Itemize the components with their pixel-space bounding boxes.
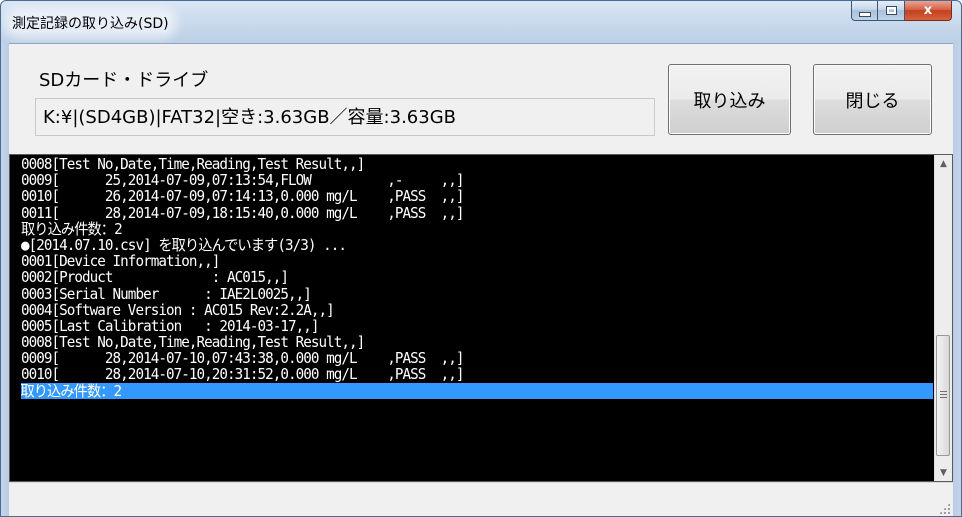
- close-icon: x: [923, 3, 933, 18]
- log-line[interactable]: 0009[ 28,2014-07-10,07:43:38,0.000 mg/L …: [21, 350, 887, 366]
- log-line[interactable]: 0001[Device Information,,]: [21, 253, 887, 269]
- log-line[interactable]: 0011[ 28,2014-07-09,18:15:40,0.000 mg/L …: [21, 204, 887, 220]
- drive-info-field: K:¥|(SD4GB)|FAT32|空き:3.63GB／容量:3.63GB: [35, 98, 655, 136]
- log-line[interactable]: 0009[ 25,2014-07-09,07:13:54,FLOW ,- ,,]: [21, 172, 887, 188]
- log-line[interactable]: 0004[Software Version : AC015 Rev:2.2A,,…: [21, 301, 887, 317]
- log-line[interactable]: 0005[Last Calibration : 2014-03-17,,]: [21, 318, 887, 334]
- log-line[interactable]: 0003[Serial Number : IAE2L0025,,]: [21, 285, 887, 301]
- sd-drive-label: SDカード・ドライブ: [39, 70, 209, 91]
- scroll-up-arrow-icon[interactable]: ▲: [935, 155, 952, 172]
- vertical-scrollbar[interactable]: ▲ ▼: [934, 155, 952, 481]
- log-line[interactable]: 0010[ 28,2014-07-10,20:31:52,0.000 mg/L …: [21, 366, 887, 382]
- import-log-listbox[interactable]: 0008[Test No,Date,Time,Reading,Test Resu…: [9, 154, 953, 482]
- drive-panel: SDカード・ドライブ K:¥|(SD4GB)|FAT32|空き:3.63GB／容…: [9, 43, 953, 156]
- title-bar[interactable]: 測定記録の取り込み(SD) x: [1, 1, 961, 43]
- thumb-grip-icon: [940, 391, 947, 399]
- log-line[interactable]: 0008[Test No,Date,Time,Reading,Test Resu…: [21, 156, 887, 172]
- scrollbar-thumb[interactable]: [936, 335, 950, 456]
- log-line[interactable]: 取り込み件数：2: [21, 221, 887, 237]
- window-frame-right: [953, 43, 961, 516]
- minimize-icon: [858, 11, 871, 17]
- log-line[interactable]: 0010[ 26,2014-07-09,07:14:13,0.000 mg/L …: [21, 188, 887, 204]
- maximize-icon: [885, 6, 897, 15]
- maximize-button[interactable]: [878, 1, 905, 21]
- import-dialog-window: 測定記録の取り込み(SD) x SDカード・ドライブ K:¥|(SD4GB)|F…: [0, 0, 962, 517]
- resize-grip-icon[interactable]: [939, 503, 950, 514]
- log-lines: 0008[Test No,Date,Time,Reading,Test Resu…: [21, 156, 933, 480]
- scroll-down-arrow-icon[interactable]: ▼: [935, 464, 952, 481]
- status-bar: [9, 482, 953, 516]
- minimize-button[interactable]: [851, 1, 878, 21]
- close-window-button[interactable]: x: [905, 1, 952, 21]
- log-line[interactable]: 0002[Product : AC015,,]: [21, 269, 887, 285]
- caption-buttons: x: [851, 1, 952, 22]
- window-title: 測定記録の取り込み(SD): [10, 13, 171, 33]
- log-line[interactable]: 0008[Test No,Date,Time,Reading,Test Resu…: [21, 334, 887, 350]
- close-button[interactable]: 閉じる: [813, 64, 932, 135]
- log-line[interactable]: 取り込み件数：2: [21, 382, 933, 399]
- window-frame-left: [1, 43, 9, 516]
- import-button[interactable]: 取り込み: [668, 64, 791, 135]
- log-line[interactable]: ●[2014.07.10.csv] を取り込んでいます(3/3) ...: [21, 237, 887, 253]
